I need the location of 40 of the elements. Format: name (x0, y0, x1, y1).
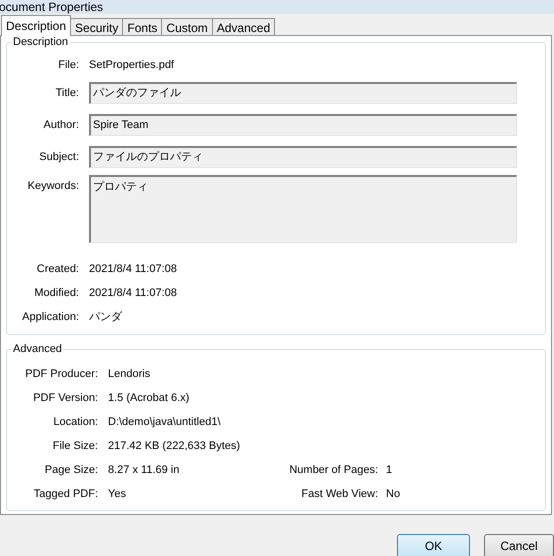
input-field[interactable]: ファイルのプロパティ (89, 146, 517, 168)
field-label: PDF Producer: (24, 366, 98, 382)
text-area[interactable]: プロパティ (89, 175, 517, 243)
tab[interactable]: Custom (162, 18, 213, 36)
field-value: パンダ (89, 310, 122, 325)
tab[interactable]: Advanced (212, 18, 276, 36)
field-label: Subject: (38, 150, 79, 165)
field-value: 1 (386, 462, 392, 478)
field-label: Number of Pages: (288, 462, 378, 478)
input-field[interactable]: パンダのファイル (89, 82, 517, 104)
field-value: 217.42 KB (222,633 Bytes) (108, 438, 242, 454)
field-label: Keywords: (26, 179, 79, 194)
field-label: File Size: (52, 438, 98, 454)
field-value: No (386, 486, 400, 502)
field-value: Lendoris (108, 366, 152, 382)
dialog-button[interactable]: OK (397, 534, 470, 556)
field-value: 1.5 (Acrobat 6.x) (108, 390, 190, 406)
field-label: File: (57, 58, 79, 73)
field-label: Created: (36, 262, 79, 277)
tab[interactable]: Fonts (123, 18, 162, 36)
tab[interactable]: Security (71, 18, 124, 36)
field-value: 2021/8/4 11:07:08 (89, 262, 177, 277)
field-value: D:\demo\java\untitled1\ (108, 414, 222, 430)
field-value: SetProperties.pdf (89, 58, 174, 73)
group-title: Description (11, 35, 70, 49)
field-label: PDF Version: (32, 390, 98, 406)
field-value: Yes (108, 486, 127, 502)
field-value: 2021/8/4 11:07:08 (89, 286, 177, 301)
field-label: Fast Web View: (300, 486, 378, 502)
field-label: Title: (54, 86, 79, 101)
field-label: Location: (52, 414, 98, 430)
field-label: Author: (42, 118, 79, 133)
dialog-button[interactable]: Cancel (484, 534, 554, 556)
input-field[interactable]: Spire Team (89, 114, 517, 136)
field-label: Page Size: (44, 462, 98, 478)
field-label: Modified: (33, 286, 79, 301)
field-label: Tagged PDF: (32, 486, 98, 502)
tab[interactable]: Description (1, 15, 72, 36)
field-value: 8.27 x 11.69 in (108, 462, 180, 478)
field-label: Application: (21, 310, 79, 325)
